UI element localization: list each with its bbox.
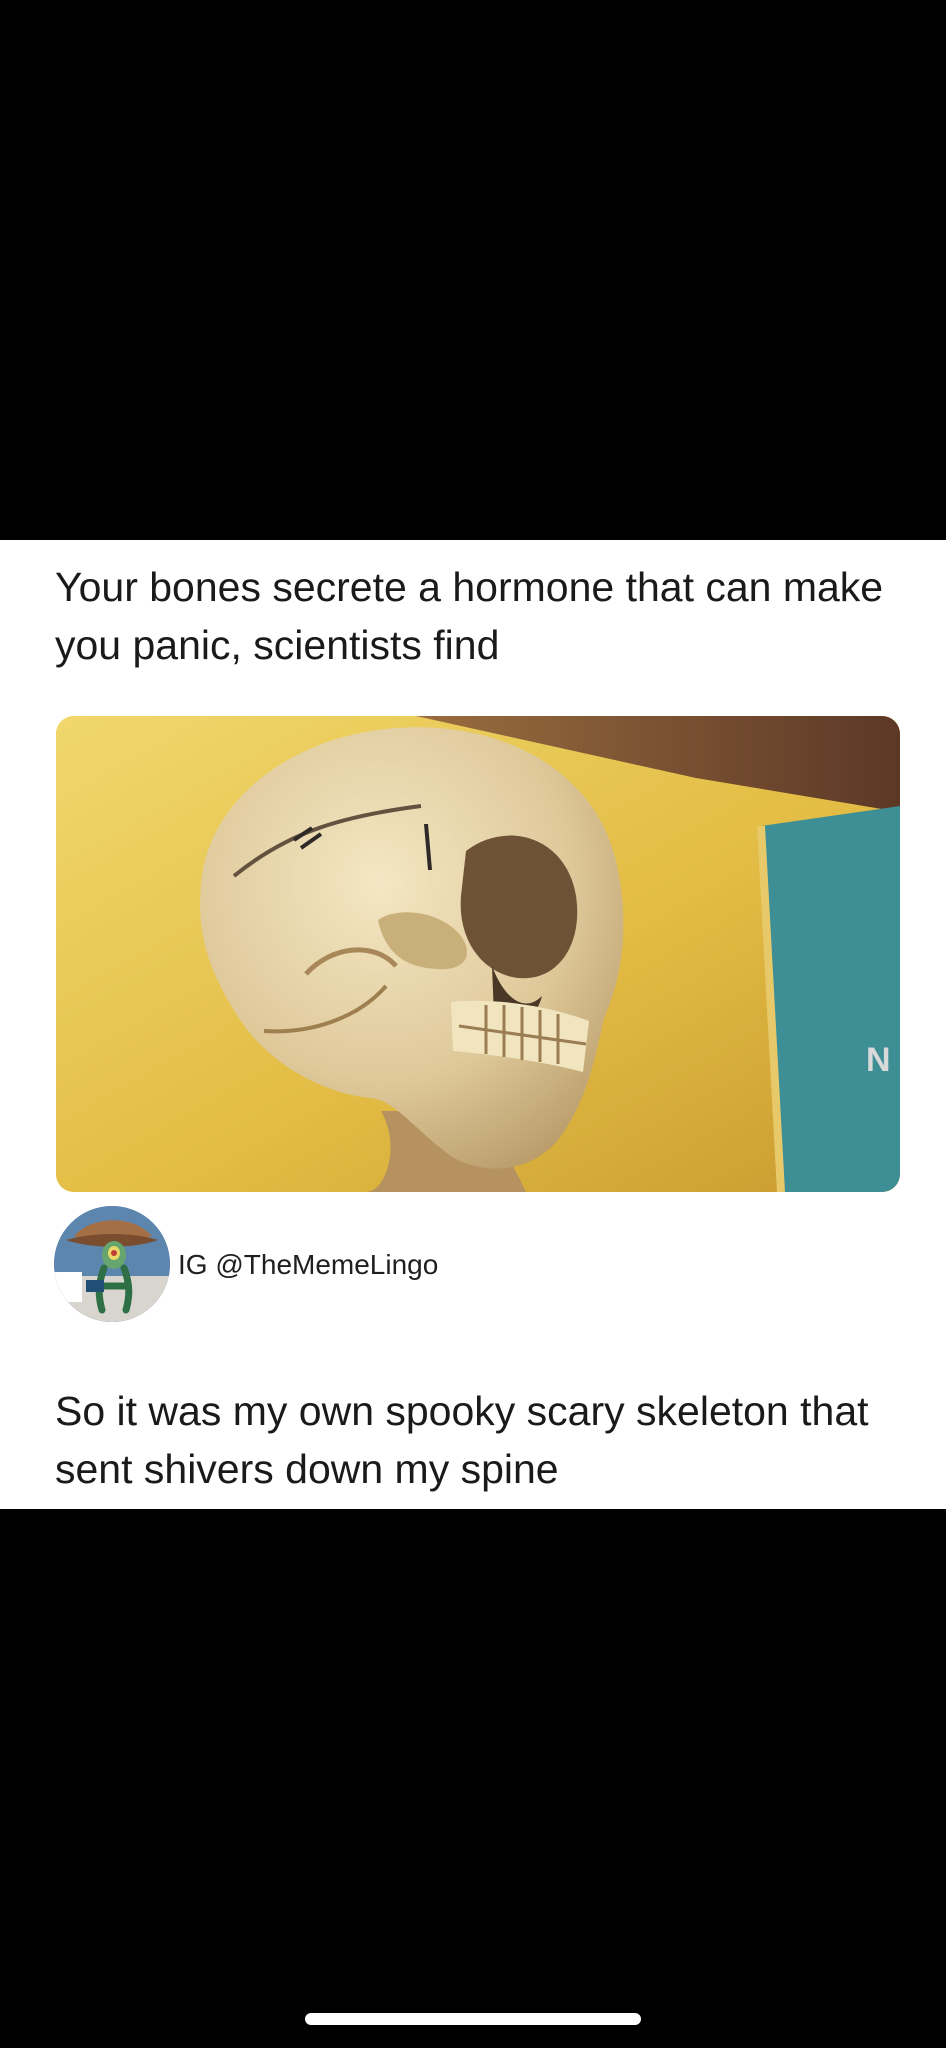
cartoon-avatar-icon [54,1206,170,1322]
caption-text: So it was my own spooky scary skeleton t… [55,1388,869,1492]
cartoon-avatar[interactable] [54,1206,170,1322]
headline-text: Your bones secrete a hormone that can ma… [55,564,884,668]
home-indicator[interactable] [305,2013,641,2025]
svg-text:N: N [866,1041,891,1079]
account-handle[interactable]: IG @TheMemeLingo [178,1248,438,1282]
skull-photo[interactable]: N [56,716,900,1192]
screen: Your bones secrete a hormone that can ma… [0,0,946,2048]
author-row: IG @TheMemeLingo [54,1206,854,1324]
meme-post: Your bones secrete a hormone that can ma… [0,540,946,1509]
skull-image: N [56,716,900,1192]
